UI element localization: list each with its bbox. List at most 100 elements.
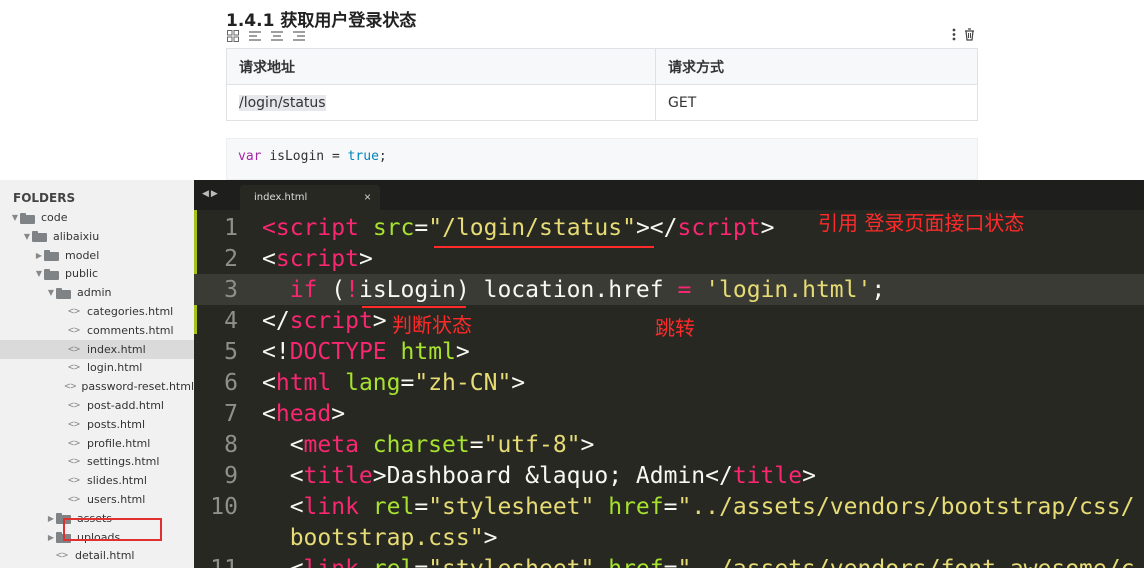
align-right-icon[interactable]: [292, 29, 305, 42]
code-line[interactable]: 11 <link rel="stylesheet" href="../asset…: [194, 553, 1144, 568]
sidebar-item-label: categories.html: [87, 305, 174, 318]
code-line[interactable]: 8 <meta charset="utf-8">: [194, 429, 1144, 460]
sidebar-file[interactable]: <> index.html: [0, 339, 194, 359]
table-actions: [952, 28, 975, 44]
code-file-icon: <>: [68, 456, 81, 468]
sidebar-item-label: slides.html: [87, 474, 147, 488]
caret-right-icon[interactable]: ▶: [46, 533, 56, 542]
caret-right-icon[interactable]: ▶: [46, 514, 56, 523]
sidebar-file[interactable]: <> profile.html: [0, 434, 194, 453]
sidebar-folder[interactable]: ▶ model: [0, 246, 194, 265]
sidebar-item-label: model: [65, 248, 100, 262]
line-number: 2: [224, 245, 238, 272]
caret-down-icon[interactable]: ▼: [22, 232, 32, 241]
code-text: <!DOCTYPE html>: [262, 338, 470, 365]
caret-down-icon[interactable]: ▼: [46, 288, 56, 297]
trash-icon[interactable]: [964, 28, 975, 44]
caret-down-icon[interactable]: ▼: [34, 269, 44, 278]
sidebar-folder[interactable]: ▼ admin: [0, 283, 194, 302]
code-line[interactable]: 6 <html lang="zh-CN">: [194, 367, 1144, 398]
tab-label: index.html: [254, 192, 308, 203]
align-center-icon[interactable]: [270, 29, 283, 42]
table-row: /login/status GET: [226, 84, 978, 121]
tab-index-html[interactable]: index.html ×: [240, 185, 380, 210]
document-area: 1.4.1 获取用户登录状态 请求地址 请求方式 /login/status G…: [0, 0, 1144, 180]
sidebar-file[interactable]: <> comments.html: [0, 321, 194, 340]
sidebar-file[interactable]: <> posts.html: [0, 415, 194, 434]
sidebar-file[interactable]: <> users.html: [0, 490, 194, 509]
code-line[interactable]: 9 <title>Dashboard &laquo; Admin</title>: [194, 460, 1144, 491]
sidebar-item-label: login.html: [87, 361, 143, 375]
close-icon[interactable]: ×: [364, 190, 371, 204]
sidebar-item-label: alibaixiu: [53, 229, 100, 243]
folder-open-icon: [20, 212, 35, 224]
section-title: 1.4.1 获取用户登录状态: [226, 11, 417, 31]
annotation-reference: 引用 登录页面接口状态: [818, 211, 1025, 235]
line-number: 11: [194, 556, 238, 568]
line-number: 1: [224, 214, 238, 241]
folder-open-icon: [56, 287, 71, 299]
code-file-icon: <>: [56, 550, 69, 562]
line-number: 9: [224, 462, 238, 489]
code-line[interactable]: bootstrap.css">: [194, 522, 1144, 553]
code-line[interactable]: 2 <script>: [194, 243, 1144, 274]
code-file-icon: <>: [64, 381, 77, 393]
api-table: 请求地址 请求方式 /login/status GET: [226, 48, 978, 121]
sidebar-item-label: admin: [77, 286, 112, 300]
folder-icon: [44, 250, 59, 262]
sidebar-item-label: comments.html: [87, 323, 174, 337]
sidebar-file[interactable]: <> post-add.html: [0, 396, 194, 415]
code-editor[interactable]: ◀▶ index.html × 1 <script src="/login/sta…: [194, 180, 1144, 568]
table-toolbar: [226, 29, 305, 42]
sidebar-folder[interactable]: ▼ code: [0, 208, 194, 227]
line-number: 8: [224, 431, 238, 458]
code-file-icon: <>: [68, 306, 81, 317]
sidebar-folder[interactable]: ▼ alibaixiu: [0, 227, 194, 246]
code-text: <meta charset="utf-8">: [262, 431, 595, 458]
code-operator: =: [331, 149, 340, 164]
code-text: <link rel="stylesheet" href="../assets/v…: [262, 493, 1135, 520]
folder-open-icon: [32, 231, 47, 243]
sidebar-file[interactable]: <> categories.html: [0, 302, 194, 321]
align-left-icon[interactable]: [248, 29, 261, 42]
doc-code-block: var isLogin = true;: [226, 138, 978, 180]
line-number: 6: [224, 369, 238, 396]
sidebar-item-label: users.html: [87, 493, 146, 506]
sidebar-file[interactable]: <> slides.html: [0, 471, 194, 490]
sidebar-header: FOLDERS: [13, 191, 76, 205]
code-file-icon: <>: [68, 437, 81, 449]
code-identifier: isLogin: [269, 149, 325, 164]
line-number: 5: [224, 338, 238, 365]
code-file-icon: <>: [68, 362, 81, 374]
tab-nav-arrows-icon[interactable]: ◀▶: [202, 188, 220, 199]
sidebar-item-label: public: [65, 267, 99, 281]
sidebar-item-label: post-add.html: [87, 399, 164, 412]
code-text: </script>: [262, 307, 387, 334]
sidebar-item-label: detail.html: [75, 549, 135, 563]
sidebar-file[interactable]: <> password-reset.html: [0, 377, 194, 396]
caret-down-icon[interactable]: ▼: [10, 213, 20, 222]
code-file-icon: <>: [68, 418, 81, 430]
table-grid-icon[interactable]: [226, 29, 239, 42]
code-literal: true: [347, 149, 379, 164]
code-text: <script src="/login/status"></script>: [262, 214, 775, 241]
code-file-icon: <>: [68, 343, 81, 355]
sidebar-file[interactable]: <> login.html: [0, 358, 194, 377]
code-file-icon: <>: [68, 494, 81, 505]
more-vertical-icon[interactable]: [952, 28, 956, 44]
sidebar-file[interactable]: <> detail.html: [0, 546, 194, 565]
sidebar-item-label: posts.html: [87, 417, 146, 431]
annotation-check-state: 判断状态: [392, 313, 472, 337]
caret-right-icon[interactable]: ▶: [34, 251, 44, 260]
table-cell: /login/status: [226, 84, 656, 121]
code-text: <html lang="zh-CN">: [262, 369, 526, 396]
line-number: 4: [224, 307, 238, 334]
sidebar-file[interactable]: <> settings.html: [0, 452, 194, 471]
code-file-icon: <>: [68, 324, 81, 336]
code-line[interactable]: 3 if (!isLogin) location.href = 'login.h…: [194, 274, 1144, 305]
code-line[interactable]: 10 <link rel="stylesheet" href="../asset…: [194, 491, 1144, 522]
code-text: <script>: [262, 245, 373, 272]
folder-open-icon: [44, 268, 59, 280]
code-line[interactable]: 7 <head>: [194, 398, 1144, 429]
sidebar-folder[interactable]: ▼ public: [0, 264, 194, 283]
